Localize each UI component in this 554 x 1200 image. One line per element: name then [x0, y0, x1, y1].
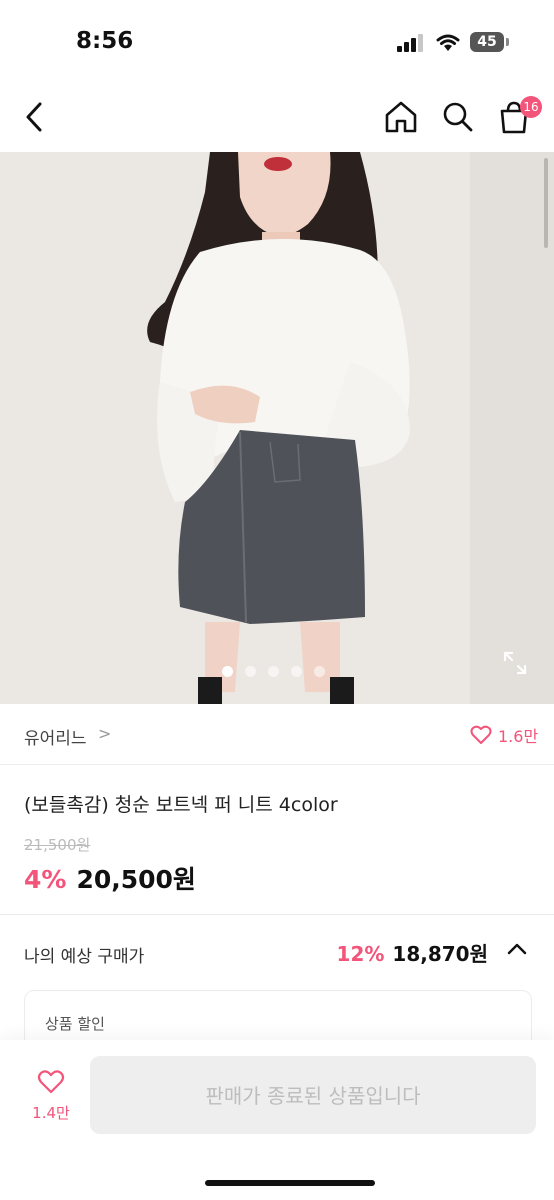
- battery-icon: 45: [470, 32, 504, 52]
- scroll-indicator: [544, 158, 548, 248]
- top-navigation: [0, 84, 554, 150]
- chevron-up-icon[interactable]: [504, 936, 530, 962]
- home-indicator: [205, 1180, 375, 1186]
- heart-icon: [470, 725, 492, 744]
- carousel-dot[interactable]: [268, 666, 279, 677]
- wish-count: 1.4만: [32, 1104, 70, 1122]
- shop-name[interactable]: 유어리느: [24, 724, 87, 749]
- carousel-dot[interactable]: [291, 666, 302, 677]
- sold-out-button[interactable]: 판매가 종료된 상품입니다: [90, 1056, 536, 1134]
- back-arrow-icon[interactable]: [20, 100, 50, 134]
- chevron-right-icon: >: [98, 724, 112, 743]
- battery-tip: [506, 38, 509, 46]
- expected-price-values: 12% 18,870원: [337, 938, 488, 967]
- sale-price: 20,500원: [76, 865, 196, 894]
- shop-like-button[interactable]: 1.6만: [470, 724, 538, 746]
- discount-rate: 4%: [24, 865, 67, 894]
- carousel-pagination: [222, 666, 325, 678]
- product-discount-label: 상품 할인: [45, 1015, 105, 1033]
- wifi-icon: [436, 34, 460, 51]
- carousel-dot[interactable]: [314, 666, 325, 677]
- carousel-dot[interactable]: [245, 666, 256, 677]
- product-title: (보들촉감) 청순 보트넥 퍼 니트 4color: [24, 794, 338, 816]
- bottom-action-bar: 1.4만 판매가 종료된 상품입니다: [0, 1040, 554, 1200]
- status-bar: 8:56 45: [0, 0, 554, 80]
- heart-icon: [37, 1070, 65, 1094]
- search-icon[interactable]: [440, 100, 476, 134]
- cart-count-badge: 16: [520, 96, 542, 118]
- expected-price-label: 나의 예상 구매가: [24, 947, 145, 967]
- wish-button[interactable]: 1.4만: [26, 1070, 76, 1130]
- product-image-carousel[interactable]: [0, 152, 554, 704]
- carousel-dot[interactable]: [222, 666, 233, 677]
- expand-fullscreen-icon[interactable]: [502, 650, 528, 676]
- expected-price-row[interactable]: 나의 예상 구매가 12% 18,870원: [0, 928, 554, 976]
- home-icon[interactable]: [383, 100, 419, 134]
- original-price: 21,500원: [24, 836, 91, 854]
- product-photo: [0, 152, 554, 704]
- price-row: 4% 20,500원: [24, 860, 196, 896]
- expected-discount-rate: 12%: [336, 942, 385, 966]
- cellular-signal-icon: [397, 34, 425, 52]
- divider: [0, 914, 554, 915]
- shop-row[interactable]: 유어리느 > 1.6만: [0, 706, 554, 765]
- shop-like-count: 1.6만: [498, 727, 539, 746]
- status-time: 8:56: [76, 28, 134, 54]
- expected-price: 18,870원: [392, 942, 488, 966]
